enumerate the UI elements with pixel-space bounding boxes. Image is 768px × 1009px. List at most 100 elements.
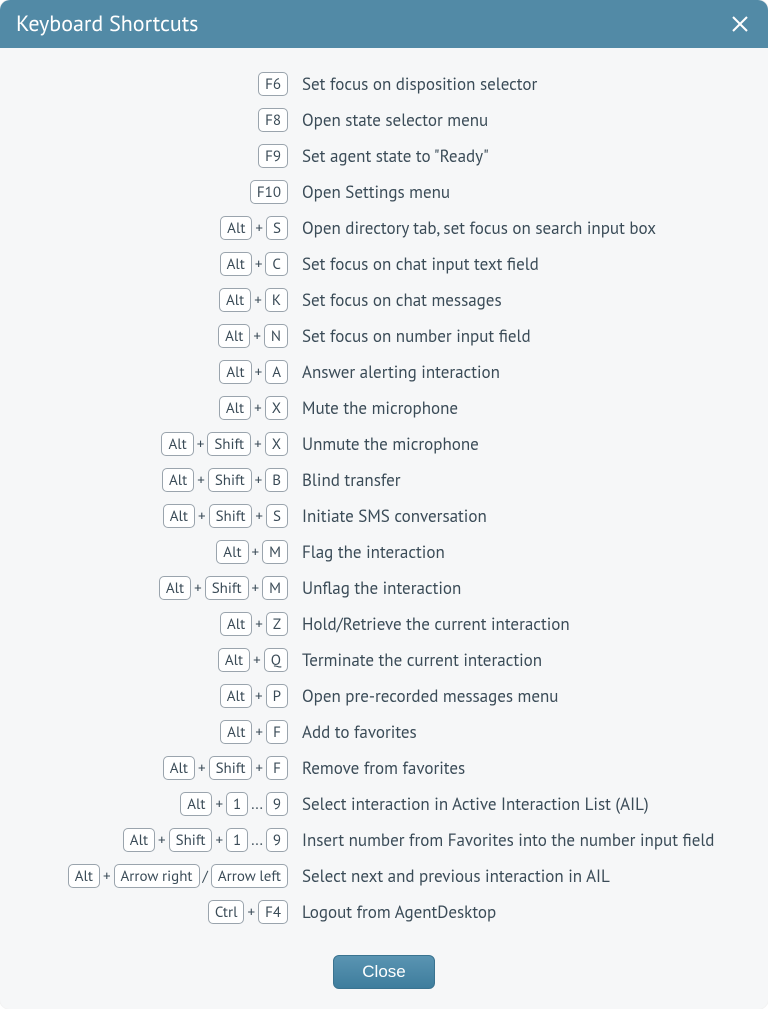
- key: Alt: [218, 324, 250, 348]
- shortcut-row: F8Open state selector menu: [12, 108, 756, 132]
- shortcut-keys: Alt+S: [12, 216, 288, 240]
- plus-separator: +: [253, 399, 263, 418]
- key: Alt: [163, 756, 195, 780]
- shortcut-description: Open Settings menu: [288, 181, 756, 203]
- key: Alt: [220, 684, 252, 708]
- key: Alt: [219, 360, 251, 384]
- plus-separator: +: [214, 831, 224, 850]
- shortcut-keys: Alt+Z: [12, 612, 288, 636]
- plus-separator: +: [214, 795, 224, 814]
- key: P: [266, 684, 288, 708]
- key: N: [264, 324, 288, 348]
- shortcut-row: Alt+KSet focus on chat messages: [12, 288, 756, 312]
- shortcut-row: Alt+CSet focus on chat input text field: [12, 252, 756, 276]
- range-separator: ...: [250, 795, 264, 814]
- shortcut-description: Terminate the current interaction: [288, 649, 756, 671]
- shortcut-keys: Alt+C: [12, 252, 288, 276]
- shortcut-keys: Alt+F: [12, 720, 288, 744]
- shortcut-description: Unflag the interaction: [288, 577, 756, 599]
- plus-separator: +: [252, 651, 262, 670]
- shortcut-row: F6Set focus on disposition selector: [12, 72, 756, 96]
- key: C: [265, 252, 288, 276]
- plus-separator: +: [254, 507, 264, 526]
- shortcut-row: Alt+Shift+MUnflag the interaction: [12, 576, 756, 600]
- key: K: [265, 288, 288, 312]
- key: F9: [258, 144, 288, 168]
- key: 9: [266, 828, 288, 852]
- plus-separator: +: [251, 579, 261, 598]
- dialog-titlebar: Keyboard Shortcuts: [0, 0, 768, 48]
- shortcut-description: Flag the interaction: [288, 541, 756, 563]
- shortcut-keys: Alt+N: [12, 324, 288, 348]
- shortcut-description: Insert number from Favorites into the nu…: [288, 829, 756, 851]
- dialog-title: Keyboard Shortcuts: [16, 10, 198, 38]
- plus-separator: +: [196, 471, 206, 490]
- shortcut-row: F10Open Settings menu: [12, 180, 756, 204]
- key: Alt: [219, 396, 251, 420]
- shortcut-description: Set focus on chat messages: [288, 289, 756, 311]
- plus-separator: +: [197, 507, 207, 526]
- key: 1: [226, 792, 248, 816]
- shortcut-description: Set focus on number input field: [288, 325, 756, 347]
- dialog-footer: Close: [0, 947, 768, 1009]
- plus-separator: +: [197, 759, 207, 778]
- combo-separator: /: [202, 867, 209, 886]
- plus-separator: +: [254, 255, 264, 274]
- shortcut-keys: F10: [12, 180, 288, 204]
- key: Shift: [209, 756, 253, 780]
- shortcuts-list: F6Set focus on disposition selectorF8Ope…: [0, 48, 768, 947]
- keyboard-shortcuts-dialog: Keyboard Shortcuts F6Set focus on dispos…: [0, 0, 768, 1009]
- shortcut-row: Alt+Arrow right/Arrow leftSelect next an…: [12, 864, 756, 888]
- key: Shift: [169, 828, 213, 852]
- key: Alt: [159, 576, 191, 600]
- key: B: [265, 468, 288, 492]
- key: Alt: [68, 864, 100, 888]
- key: M: [262, 540, 288, 564]
- shortcut-row: Alt+XMute the microphone: [12, 396, 756, 420]
- key: Shift: [209, 504, 253, 528]
- shortcut-keys: Alt+Q: [12, 648, 288, 672]
- shortcut-keys: F6: [12, 72, 288, 96]
- key: Alt: [123, 828, 155, 852]
- shortcut-keys: Alt+Shift+X: [12, 432, 288, 456]
- shortcut-row: Alt+QTerminate the current interaction: [12, 648, 756, 672]
- shortcut-description: Answer alerting interaction: [288, 361, 756, 383]
- shortcut-row: Alt+Shift+FRemove from favorites: [12, 756, 756, 780]
- shortcut-row: Alt+POpen pre-recorded messages menu: [12, 684, 756, 708]
- key: F8: [258, 108, 288, 132]
- plus-separator: +: [254, 759, 264, 778]
- shortcut-keys: Alt+M: [12, 540, 288, 564]
- key: A: [265, 360, 288, 384]
- key: Alt: [161, 432, 193, 456]
- plus-separator: +: [254, 471, 264, 490]
- key: Q: [264, 648, 288, 672]
- shortcut-description: Initiate SMS conversation: [288, 505, 756, 527]
- shortcut-keys: Alt+1...9: [12, 792, 288, 816]
- shortcut-keys: Ctrl+F4: [12, 900, 288, 924]
- key: X: [265, 432, 288, 456]
- key: Alt: [220, 216, 252, 240]
- shortcut-description: Hold/Retrieve the current interaction: [288, 613, 756, 635]
- shortcut-keys: Alt+Shift+M: [12, 576, 288, 600]
- key: 1: [226, 828, 248, 852]
- shortcut-description: Add to favorites: [288, 721, 756, 743]
- key: Shift: [207, 432, 251, 456]
- key: Alt: [220, 612, 252, 636]
- key: S: [266, 216, 288, 240]
- plus-separator: +: [251, 543, 261, 562]
- shortcut-keys: Alt+A: [12, 360, 288, 384]
- plus-separator: +: [254, 363, 264, 382]
- shortcut-row: Alt+Shift+SInitiate SMS conversation: [12, 504, 756, 528]
- key: F: [266, 720, 288, 744]
- close-icon[interactable]: [728, 12, 752, 36]
- shortcut-keys: F8: [12, 108, 288, 132]
- key: Arrow left: [211, 864, 288, 888]
- key: 9: [266, 792, 288, 816]
- range-separator: ...: [250, 831, 264, 850]
- plus-separator: +: [102, 867, 112, 886]
- close-button[interactable]: Close: [333, 955, 434, 989]
- shortcut-row: Ctrl+F4Logout from AgentDesktop: [12, 900, 756, 924]
- shortcut-row: Alt+NSet focus on number input field: [12, 324, 756, 348]
- shortcut-description: Open pre-recorded messages menu: [288, 685, 756, 707]
- plus-separator: +: [254, 723, 264, 742]
